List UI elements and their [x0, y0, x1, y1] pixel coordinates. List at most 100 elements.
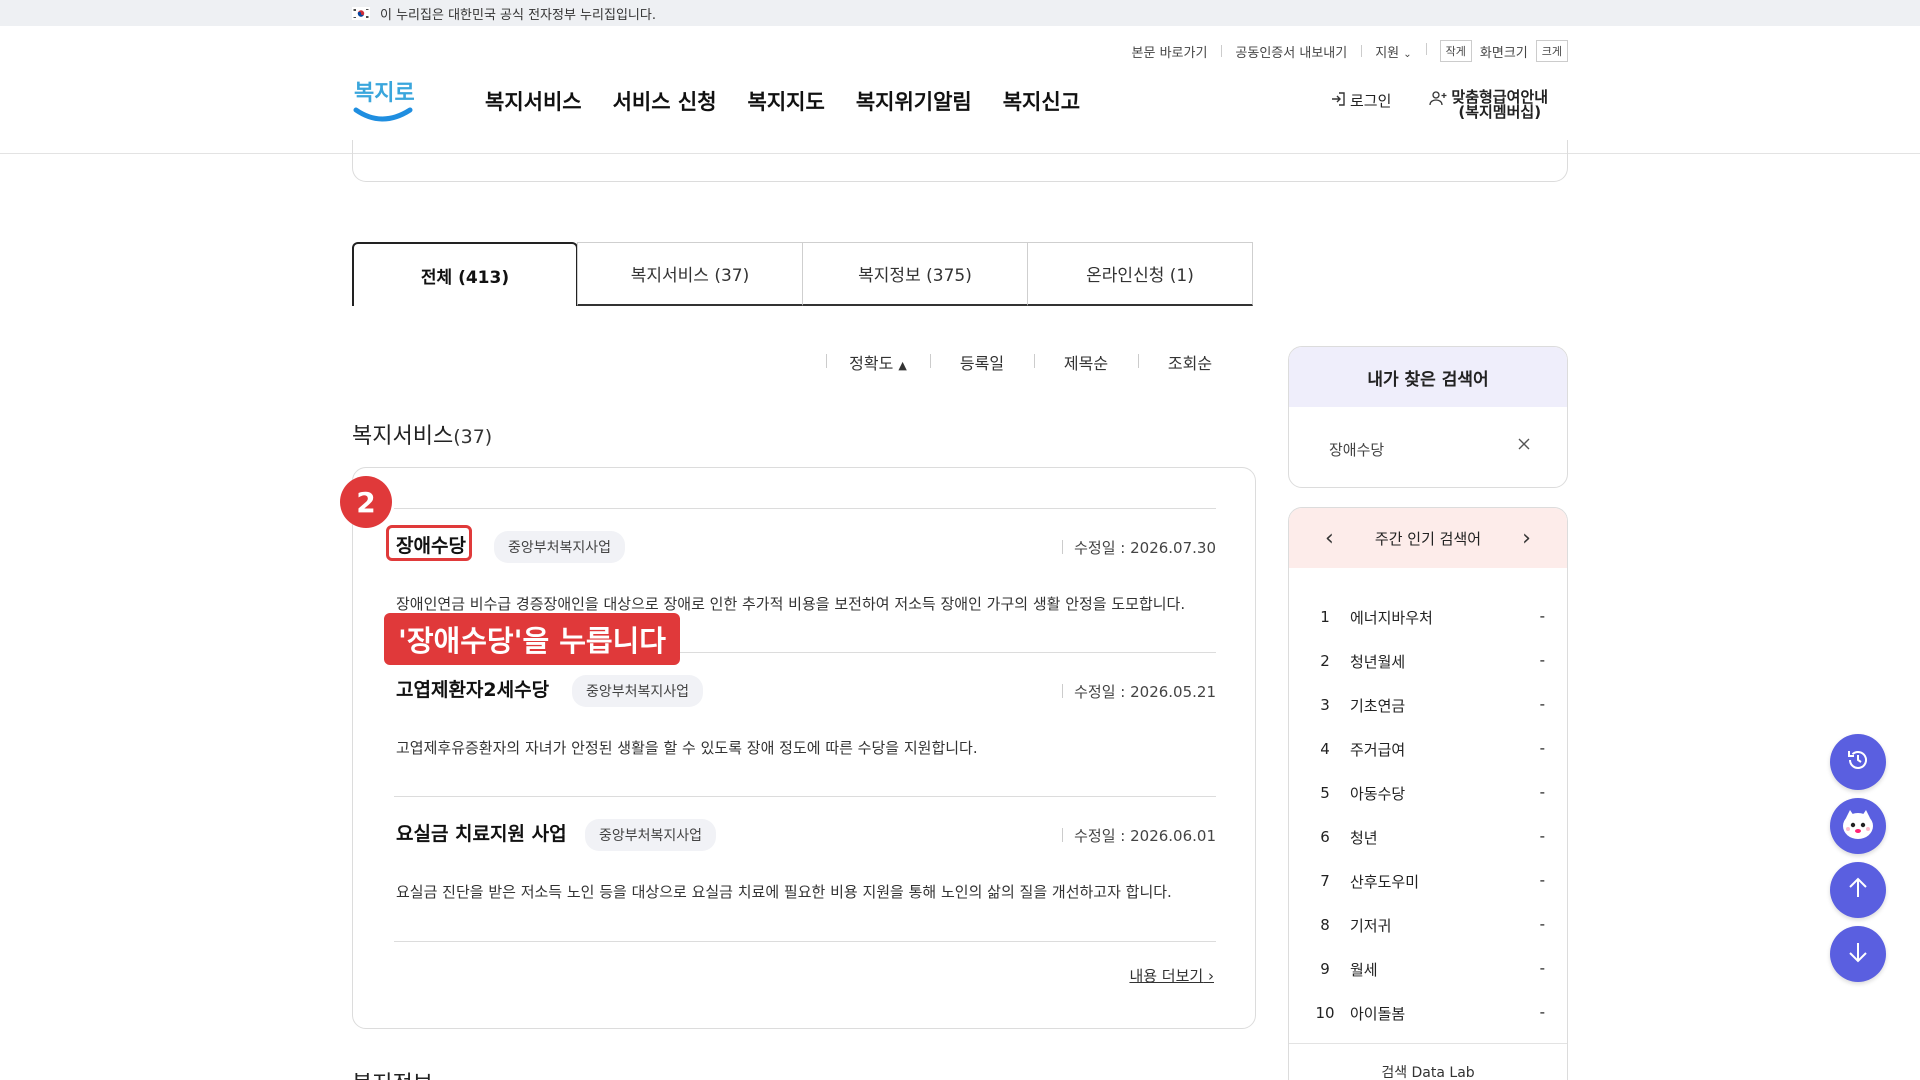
popular-search-panel: ‹ 주간 인기 검색어 › 1 에너지바우처 - 2 청년월세 - 3 기초연금 - 4 주거… [1288, 507, 1568, 1080]
list-item[interactable]: 8 기저귀 - [1289, 903, 1567, 947]
font-size-label: 화면크기 [1479, 45, 1528, 61]
header-actions: 로그인 맞춤형급여안내 (복지멤버십) [1330, 90, 1548, 120]
login-button[interactable]: 로그인 [1330, 90, 1391, 111]
list-item[interactable]: 3 기초연금 - [1289, 683, 1567, 727]
tab-online-apply[interactable]: 온라인신청 (1) [1027, 242, 1253, 306]
gov-banner-text: 이 누리집은 대한민국 공식 전자정부 누리집입니다. [380, 8, 656, 23]
scroll-bottom-button[interactable] [1830, 926, 1886, 982]
list-item[interactable]: 4 주거급여 - [1289, 727, 1567, 771]
nav-welfare-map[interactable]: 복지지도 [748, 86, 825, 116]
history-icon [1844, 746, 1872, 778]
arrow-up-icon [1845, 875, 1871, 905]
change: - [1539, 651, 1545, 669]
rank: 7 [1320, 872, 1330, 890]
tab-all[interactable]: 전체 (413) [352, 242, 578, 306]
nav-crisis-alert[interactable]: 복지위기알림 [856, 86, 972, 116]
membership-line2: (복지멤버십) [1458, 103, 1542, 121]
popular-title: 주간 인기 검색어 [1374, 529, 1482, 548]
keyword: 기초연금 [1350, 696, 1406, 715]
font-small-button[interactable]: 작게 [1439, 40, 1472, 62]
popular-header: ‹ 주간 인기 검색어 › [1289, 508, 1567, 568]
result-description: 요실금 진단을 받은 저소득 노인 등을 대상으로 요실금 치료에 필요한 비용… [396, 883, 1172, 901]
user-plus-icon [1429, 90, 1447, 110]
keyword: 기저귀 [1350, 916, 1392, 935]
font-large-button[interactable]: 크게 [1535, 40, 1568, 62]
list-item[interactable]: 7 산후도우미 - [1289, 859, 1567, 903]
chatbot-button[interactable] [1830, 798, 1886, 854]
keyword: 산후도우미 [1350, 872, 1420, 891]
result-tabs: 전체 (413) 복지서비스 (37) 복지정보 (375) 온라인신청 (1) [352, 242, 1253, 306]
result-tag: 중앙부처복지사업 [494, 531, 626, 563]
support-label: 지원 [1375, 45, 1400, 61]
rank: 3 [1320, 696, 1330, 714]
sort-accuracy[interactable]: 정확도 ▲ [826, 350, 930, 374]
membership-button[interactable]: 맞춤형급여안내 (복지멤버십) [1429, 90, 1548, 120]
more-link[interactable]: 내용 더보기 › [1129, 965, 1214, 986]
caret-up-icon: ▲ [898, 359, 907, 372]
result-date: 수정일 : 2026.05.21 [1062, 683, 1216, 701]
font-size-control: 작게 화면크기 크게 [1425, 40, 1568, 62]
section-title: 복지서비스(37) [352, 418, 492, 450]
list-item[interactable]: 5 아동수당 - [1289, 771, 1567, 815]
sort-registered[interactable]: 등록일 [930, 350, 1034, 374]
result-card: 장애수당 중앙부처복지사업 수정일 : 2026.07.30 장애인연금 비수급… [352, 467, 1256, 1029]
result-title[interactable]: 요실금 치료지원 사업 [396, 819, 567, 846]
change: - [1539, 871, 1545, 889]
site-logo[interactable]: 복지로 [352, 70, 415, 126]
change: - [1539, 607, 1545, 625]
keyword: 청년월세 [1350, 652, 1406, 671]
list-item[interactable]: 6 청년 - [1289, 815, 1567, 859]
gov-banner: 이 누리집은 대한민국 공식 전자정부 누리집입니다. [0, 0, 1920, 26]
change: - [1539, 959, 1545, 977]
more-label: 내용 더보기 [1129, 967, 1204, 985]
search-box-bottom [352, 140, 1568, 182]
sort-views[interactable]: 조회순 [1138, 350, 1242, 374]
list-item[interactable]: 10 아이돌봄 - [1289, 991, 1567, 1035]
scroll-top-button[interactable] [1830, 862, 1886, 918]
result-date: 수정일 : 2026.07.30 [1062, 539, 1216, 557]
history-button[interactable] [1830, 734, 1886, 790]
rank: 6 [1320, 828, 1330, 846]
change: - [1539, 1003, 1545, 1021]
change: - [1539, 827, 1545, 845]
rank: 4 [1320, 740, 1330, 758]
list-item[interactable]: 9 월세 - [1289, 947, 1567, 991]
chevron-left-icon[interactable]: ‹ [1325, 526, 1334, 551]
datalab-link[interactable]: 검색 Data Lab [1289, 1043, 1567, 1080]
list-item[interactable]: 1 에너지바우처 - [1289, 595, 1567, 639]
nav-welfare-report[interactable]: 복지신고 [1003, 86, 1080, 116]
keyword: 아이돌봄 [1350, 1004, 1406, 1023]
sort-accuracy-label: 정확도 [849, 354, 894, 373]
nav-service-apply[interactable]: 서비스 신청 [613, 86, 717, 116]
keyword: 아동수당 [1350, 784, 1406, 803]
instruction-callout: '장애수당'을 누릅니다 [384, 613, 680, 665]
korea-flag-icon [352, 7, 370, 20]
login-label: 로그인 [1350, 92, 1392, 110]
section-count: (37) [453, 426, 493, 448]
export-certificate-link[interactable]: 공동인증서 내보내기 [1221, 42, 1361, 61]
my-search-title: 내가 찾은 검색어 [1289, 347, 1567, 407]
result-title[interactable]: 고엽제환자2세수당 [396, 675, 549, 702]
keyword: 에너지바우처 [1350, 608, 1433, 627]
chevron-right-icon[interactable]: › [1522, 526, 1531, 551]
logo-text: 복지로 [354, 81, 414, 106]
result-tag: 중앙부처복지사업 [585, 819, 717, 851]
next-section-title: 복지정보 [352, 1066, 433, 1080]
support-dropdown[interactable]: 지원 ⌄ [1361, 42, 1425, 61]
close-icon[interactable] [1517, 435, 1531, 456]
rank: 9 [1320, 960, 1330, 978]
list-item[interactable]: 2 청년월세 - [1289, 639, 1567, 683]
sort-options: 정확도 ▲ 등록일 제목순 조회순 [826, 350, 1242, 374]
sort-title[interactable]: 제목순 [1034, 350, 1138, 374]
highlight-box [386, 525, 472, 561]
arrow-down-icon [1845, 939, 1871, 969]
result-tag: 중앙부처복지사업 [572, 675, 704, 707]
nav-welfare-service[interactable]: 복지서비스 [485, 86, 582, 116]
chevron-down-icon: ⌄ [1403, 48, 1412, 60]
my-search-keyword[interactable]: 장애수당 [1329, 439, 1384, 460]
rank: 1 [1320, 608, 1330, 626]
skip-to-content-link[interactable]: 본문 바로가기 [1118, 42, 1222, 61]
tab-welfare-service[interactable]: 복지서비스 (37) [577, 242, 803, 306]
tab-welfare-info[interactable]: 복지정보 (375) [802, 242, 1028, 306]
utility-menu: 본문 바로가기 공동인증서 내보내기 지원 ⌄ 작게 화면크기 크게 [1118, 40, 1568, 62]
